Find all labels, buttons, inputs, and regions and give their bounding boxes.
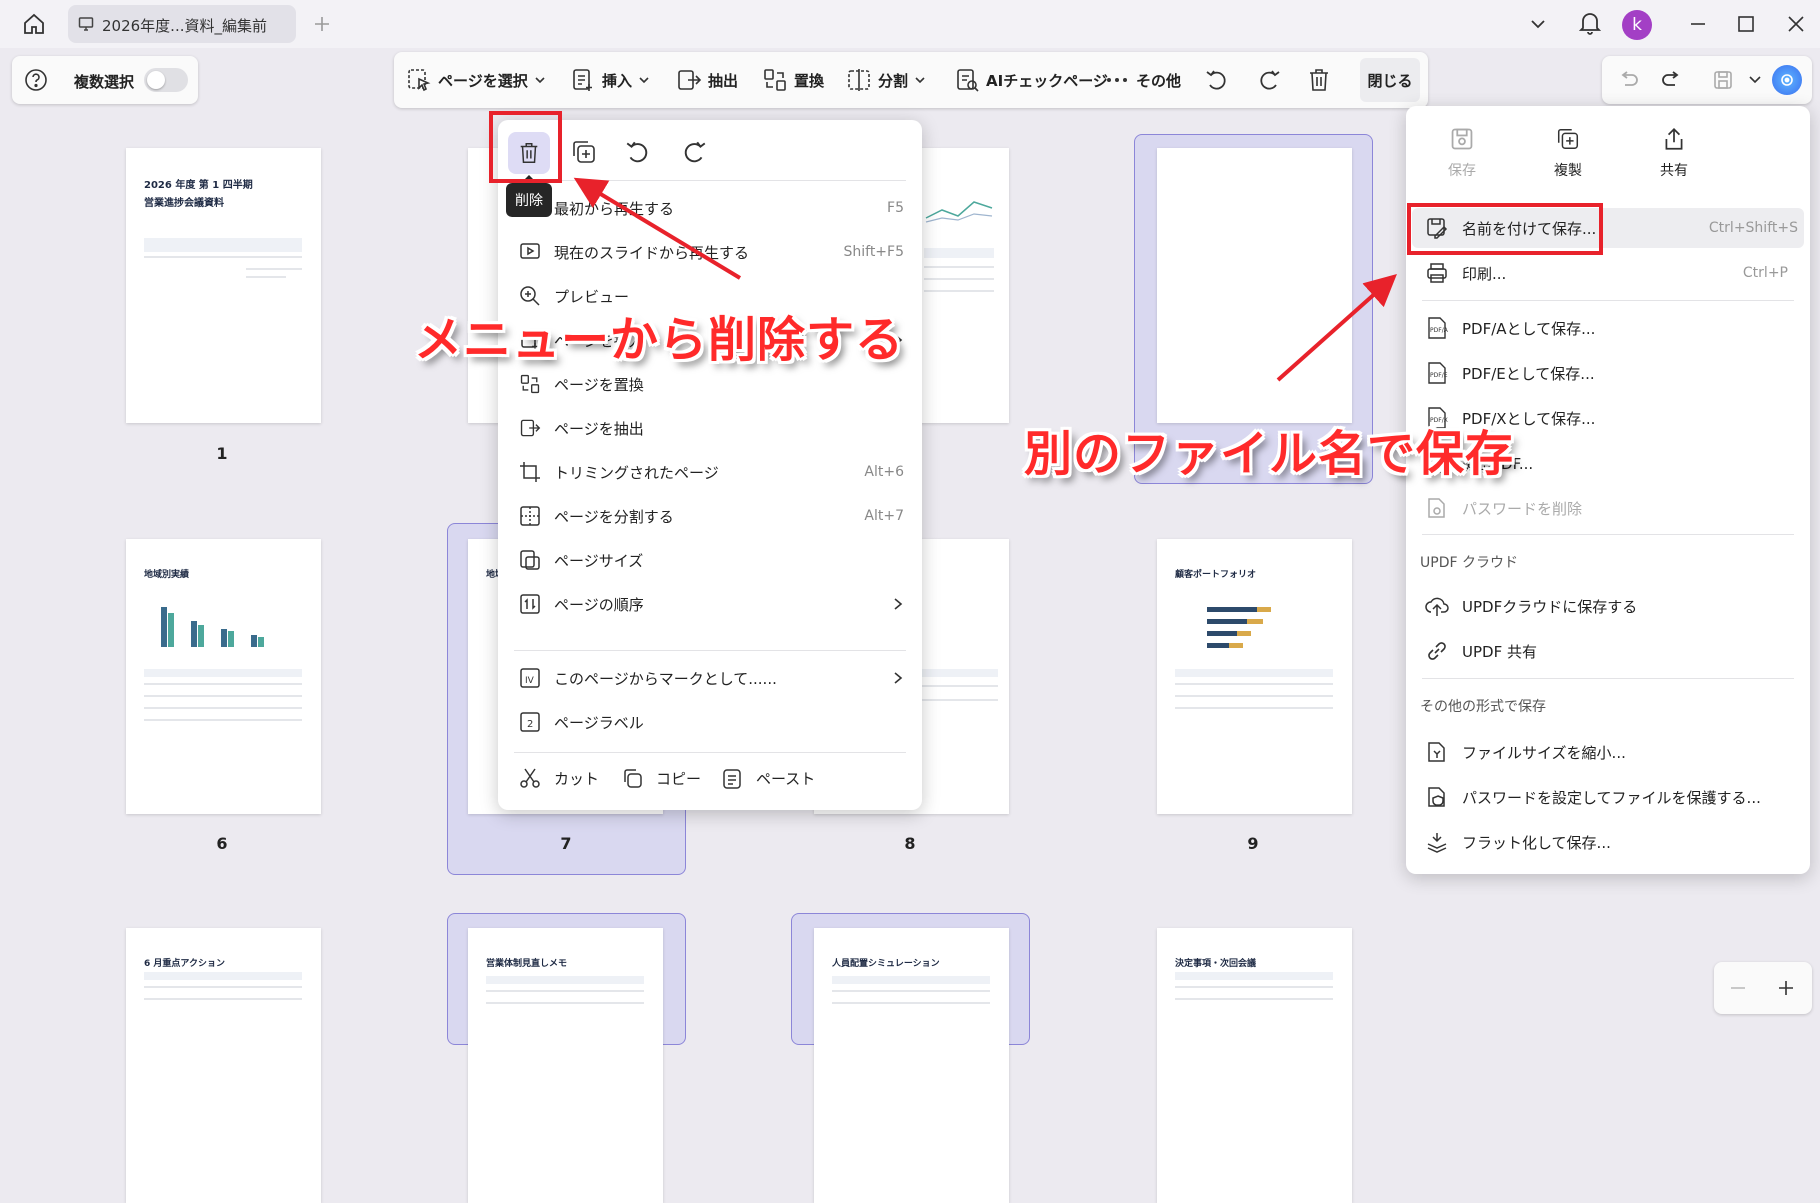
annotation-save-as-other: 別のファイル名で保存	[1024, 426, 1515, 482]
annotation-arrows	[573, 177, 1397, 382]
annotation-menu-delete: メニューから削除する	[414, 312, 905, 368]
